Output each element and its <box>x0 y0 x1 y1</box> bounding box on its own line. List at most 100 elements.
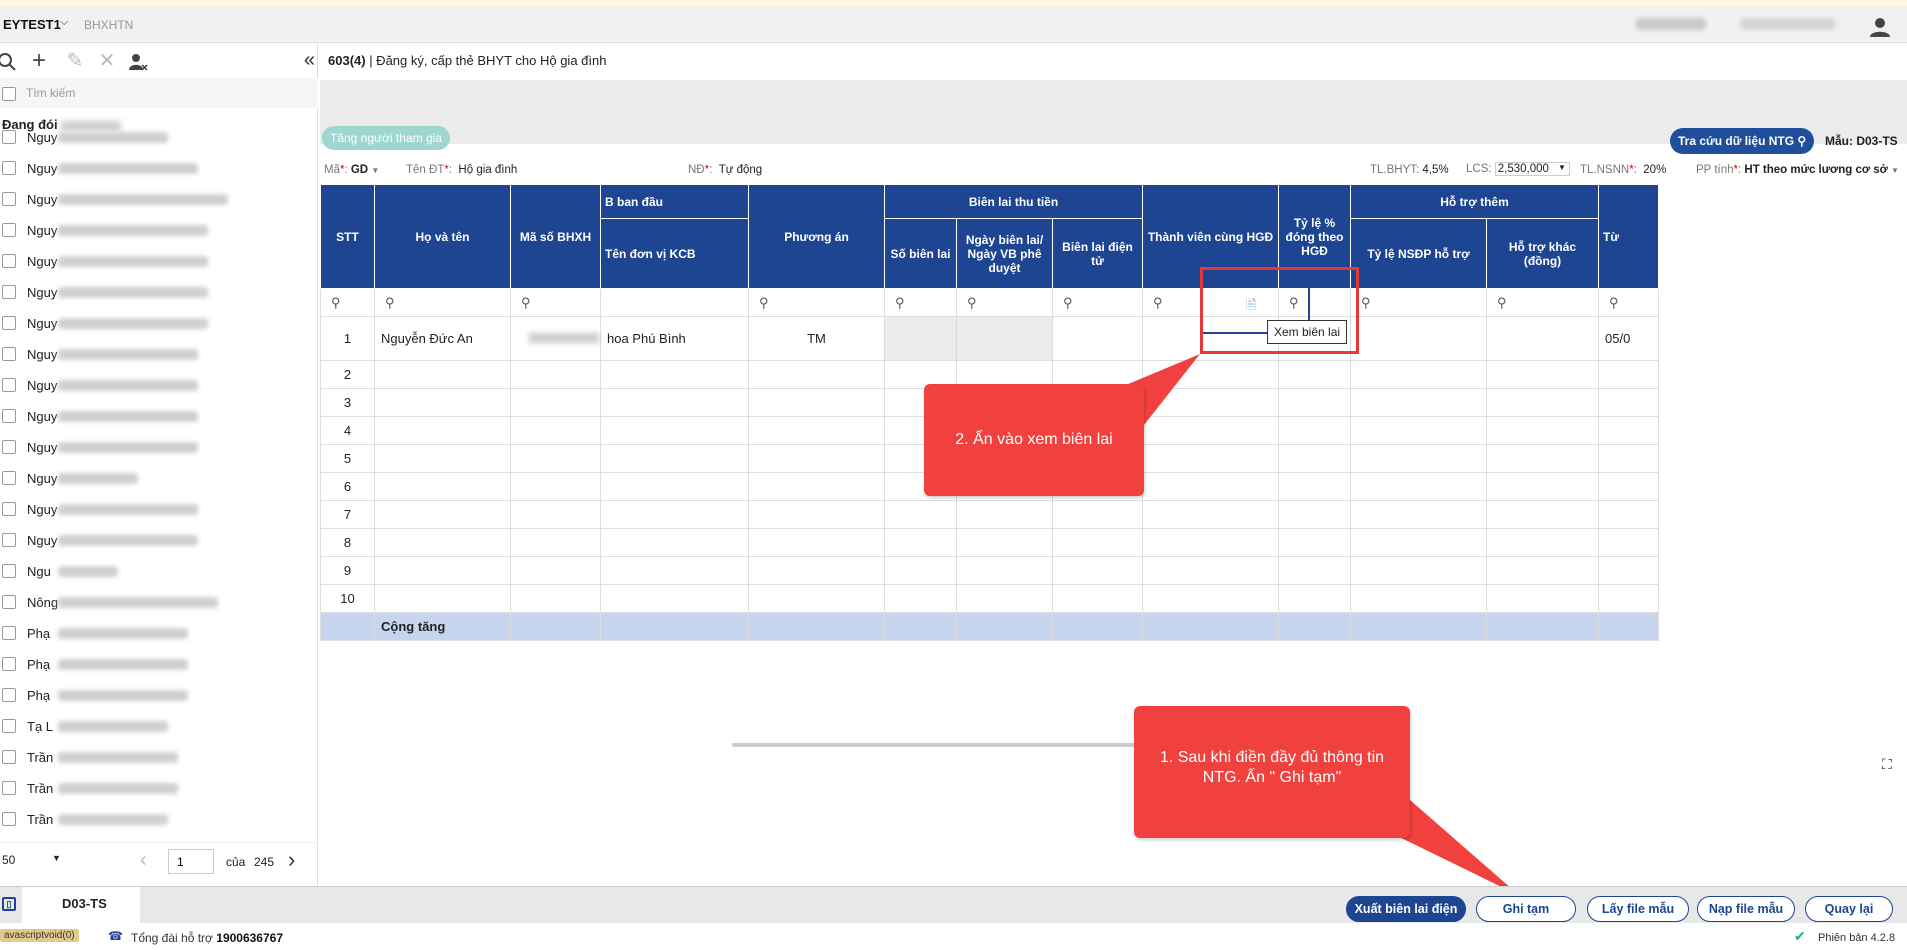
item-checkbox[interactable] <box>2 719 16 733</box>
next-page-icon[interactable]: › <box>288 847 295 873</box>
cell-tyle-nsdp[interactable] <box>1350 528 1487 557</box>
cell-hotro-khac[interactable] <box>1486 388 1599 417</box>
collapse-icon[interactable]: « <box>304 49 315 72</box>
col-stt[interactable]: STT <box>320 184 375 289</box>
col-bienlai-dt[interactable]: Biên lai điện tử <box>1052 218 1143 289</box>
filter-cell[interactable]: ⚲ <box>1350 288 1487 317</box>
list-item[interactable]: Phạ <box>0 649 318 680</box>
search-icon[interactable] <box>0 51 18 73</box>
cell-tu[interactable]: 05/0 <box>1598 316 1659 361</box>
cell-phuong-an[interactable] <box>748 500 885 529</box>
user-remove-icon[interactable] <box>126 51 148 73</box>
list-item[interactable]: Nguy <box>0 370 318 401</box>
cell-ma-bhxh[interactable] <box>510 528 601 557</box>
fullscreen-icon[interactable]: ⛶ <box>1882 756 1892 773</box>
delete-icon[interactable]: ✕ <box>96 51 118 73</box>
cell-kcb[interactable] <box>600 584 749 613</box>
page-size-select[interactable]: 50 <box>2 853 15 867</box>
cell-ngay-bienlai[interactable] <box>956 500 1053 529</box>
save-draft-button[interactable]: Ghi tạm <box>1476 896 1576 922</box>
cell-ma-bhxh[interactable] <box>510 472 601 501</box>
list-item[interactable]: Nguy <box>0 153 318 184</box>
list-item[interactable]: Trần <box>0 742 318 773</box>
filter-cell[interactable]: ⚲ <box>510 288 601 317</box>
table-row[interactable]: 8 <box>320 528 1659 557</box>
col-tyle-nsdp[interactable]: Tỷ lệ NSĐP hỗ trợ <box>1350 218 1487 289</box>
col-hoten[interactable]: Họ và tên <box>374 184 511 289</box>
cell-tyle-nsdp[interactable] <box>1350 584 1487 613</box>
item-checkbox[interactable] <box>2 223 16 237</box>
cell-tyle[interactable] <box>1278 416 1351 445</box>
cell-ngay-bienlai[interactable] <box>956 584 1053 613</box>
cell-thanhvien[interactable] <box>1142 388 1279 417</box>
cell-phuong-an[interactable] <box>748 388 885 417</box>
item-checkbox[interactable] <box>2 409 16 423</box>
cell-tyle[interactable] <box>1278 500 1351 529</box>
cell-ma-bhxh[interactable] <box>510 444 601 473</box>
cell-ngay-bienlai[interactable] <box>956 316 1053 361</box>
cell-hoten[interactable] <box>374 528 511 557</box>
cell-tu[interactable] <box>1598 360 1659 389</box>
list-item[interactable]: Trần <box>0 773 318 804</box>
cell-stt[interactable]: 9 <box>320 556 375 585</box>
cell-kcb[interactable] <box>600 416 749 445</box>
list-item[interactable]: Tạ L <box>0 711 318 742</box>
item-checkbox[interactable] <box>2 750 16 764</box>
item-checkbox[interactable] <box>2 781 16 795</box>
cell-hoten[interactable]: Nguyễn Đức An <box>374 316 511 361</box>
item-checkbox[interactable] <box>2 130 16 144</box>
cell-hotro-khac[interactable] <box>1486 556 1599 585</box>
list-item[interactable]: Nguy <box>0 215 318 246</box>
cell-phuong-an[interactable]: TM <box>748 316 885 361</box>
cell-phuong-an[interactable] <box>748 360 885 389</box>
item-checkbox[interactable] <box>2 161 16 175</box>
cell-tyle[interactable] <box>1278 444 1351 473</box>
cell-bienlai-dt[interactable] <box>1052 584 1143 613</box>
export-receipt-button[interactable]: Xuất biên lai điện tử <box>1346 896 1466 940</box>
cell-tyle-nsdp[interactable] <box>1350 500 1487 529</box>
item-checkbox[interactable] <box>2 440 16 454</box>
org-name[interactable]: EYTEST1 <box>3 17 61 32</box>
cell-tu[interactable] <box>1598 556 1659 585</box>
item-checkbox[interactable] <box>2 657 16 671</box>
item-checkbox[interactable] <box>2 471 16 485</box>
item-checkbox[interactable] <box>2 254 16 268</box>
cell-ma-bhxh[interactable] <box>510 360 601 389</box>
item-checkbox[interactable] <box>2 564 16 578</box>
cell-kcb[interactable] <box>600 472 749 501</box>
cell-kcb[interactable] <box>600 444 749 473</box>
table-row[interactable]: 1Nguyễn Đức Anhoa Phú BìnhTM100%05/0 <box>320 316 1659 361</box>
cell-tyle-nsdp[interactable] <box>1350 416 1487 445</box>
item-checkbox[interactable] <box>2 192 16 206</box>
cell-hotro-khac[interactable] <box>1486 472 1599 501</box>
page-input[interactable] <box>168 849 214 874</box>
cell-ngay-bienlai[interactable] <box>956 528 1053 557</box>
table-row[interactable]: 7 <box>320 500 1659 529</box>
list-item[interactable]: Nguy <box>0 122 318 153</box>
list-item[interactable]: Nguy <box>0 184 318 215</box>
filter-cell[interactable]: ⚲ <box>374 288 511 317</box>
cell-stt[interactable]: 6 <box>320 472 375 501</box>
cell-tyle-nsdp[interactable] <box>1350 360 1487 389</box>
cell-tu[interactable] <box>1598 444 1659 473</box>
cell-tyle-nsdp[interactable] <box>1350 556 1487 585</box>
cell-phuong-an[interactable] <box>748 556 885 585</box>
cell-stt[interactable]: 3 <box>320 388 375 417</box>
cell-stt[interactable]: 2 <box>320 360 375 389</box>
cell-stt[interactable]: 10 <box>320 584 375 613</box>
list-item[interactable]: Nguy <box>0 494 318 525</box>
cell-tyle-nsdp[interactable] <box>1350 316 1487 361</box>
cell-thanhvien[interactable] <box>1142 360 1279 389</box>
cell-hoten[interactable] <box>374 500 511 529</box>
col-so-bienlai[interactable]: Số biên lai <box>884 218 957 289</box>
tab-d03ts[interactable]: D03-TS <box>22 887 140 924</box>
cell-ma-bhxh[interactable] <box>510 316 601 361</box>
cell-ma-bhxh[interactable] <box>510 416 601 445</box>
cell-hoten[interactable] <box>374 556 511 585</box>
table-row[interactable]: 9 <box>320 556 1659 585</box>
cell-hotro-khac[interactable] <box>1486 528 1599 557</box>
cell-tu[interactable] <box>1598 584 1659 613</box>
col-ma-bhxh[interactable]: Mã số BHXH <box>510 184 601 289</box>
cell-hotro-khac[interactable] <box>1486 416 1599 445</box>
item-checkbox[interactable] <box>2 626 16 640</box>
